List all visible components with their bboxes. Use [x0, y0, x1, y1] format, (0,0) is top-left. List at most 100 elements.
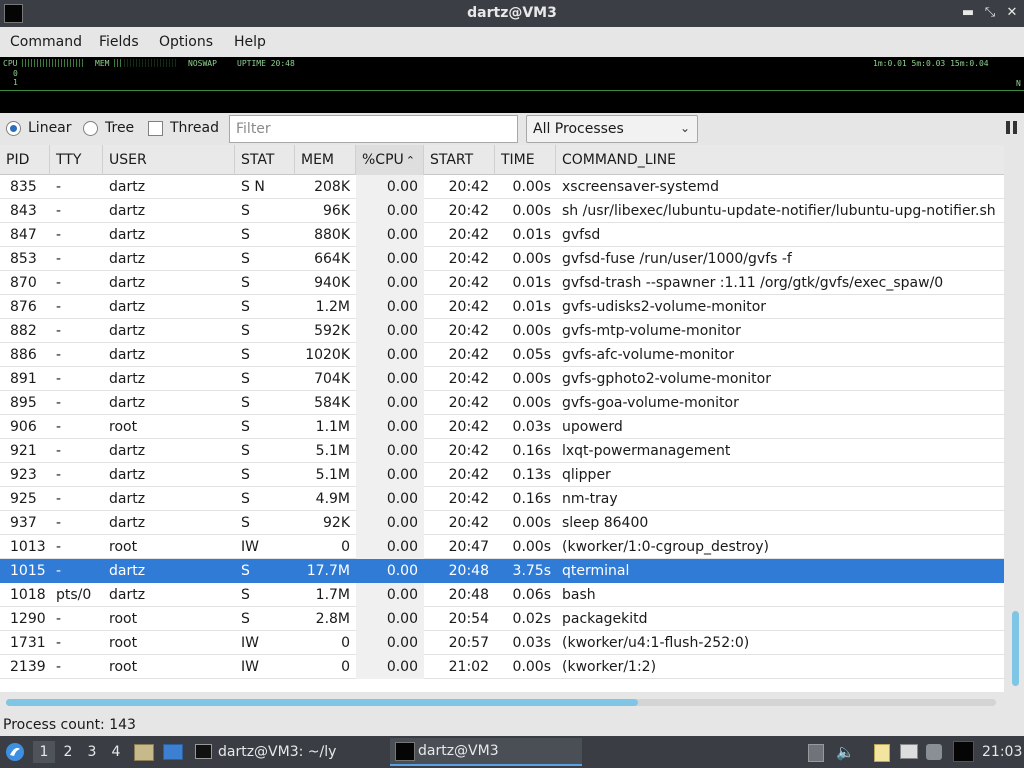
cell-stat: IW [241, 635, 259, 651]
table-row[interactable]: 870 - dartz S 940K 0.00 20:42 0.01s gvfsd-trash … [0, 271, 1004, 295]
terminal-icon [195, 744, 212, 759]
table-row[interactable]: 2139- root IW 0 0.00 21:02 0.00s (kworker/1:2) [0, 655, 1004, 679]
menu-help[interactable]: Help [234, 34, 266, 50]
clock[interactable]: 21:03 [982, 736, 1022, 768]
vertical-scrollbar[interactable] [1005, 145, 1024, 692]
table-row[interactable]: 925 - dartz S 4.9M 0.00 20:42 0.16s nm-tray [0, 487, 1004, 511]
cell-mem: 17.7M [306, 563, 350, 579]
task-terminal-ly[interactable]: dartz@VM3: ~/ly [190, 738, 382, 766]
menu-fields[interactable]: Fields [99, 34, 139, 50]
restore-icon[interactable]: ⤡ [980, 3, 1000, 23]
chevron-down-icon: ⌄ [679, 121, 690, 135]
table-row[interactable]: 906 - root S 1.1M 0.00 20:42 0.03s upowerd [0, 415, 1004, 439]
column-time[interactable]: TIME [495, 145, 556, 175]
meter-divider [0, 90, 1024, 91]
minimize-icon[interactable]: ▬ [958, 3, 978, 23]
table-row[interactable]: 843 - dartz S 96K 0.00 20:42 0.00s sh /usr/libex… [0, 199, 1004, 223]
column-tty[interactable]: TTY [50, 145, 103, 175]
process-filter-select[interactable]: All Processes ⌄ [526, 115, 698, 143]
column-start[interactable]: START [424, 145, 495, 175]
tree-radio[interactable] [83, 121, 98, 136]
cell-pid: 1731 [10, 635, 46, 651]
update-icon[interactable] [808, 744, 824, 762]
volume-icon[interactable]: 🔈 [836, 744, 855, 761]
file-manager-icon[interactable] [134, 744, 154, 761]
column-pid[interactable]: PID [0, 145, 50, 175]
workspace-3[interactable]: 3 [81, 741, 103, 763]
tree-label[interactable]: Tree [105, 120, 134, 136]
cell-start: 20:42 [448, 419, 489, 435]
table-row[interactable]: 847 - dartz S 880K 0.00 20:42 0.01s gvfsd [0, 223, 1004, 247]
cell-start: 20:42 [448, 251, 489, 267]
cell-time: 0.16s [512, 491, 551, 507]
mem-meter-label: MEM [95, 59, 110, 68]
vertical-scroll-thumb[interactable] [1012, 611, 1019, 686]
table-row[interactable]: 923 - dartz S 5.1M 0.00 20:42 0.13s qlipper [0, 463, 1004, 487]
horizontal-scrollbar[interactable] [0, 692, 1004, 712]
thread-label[interactable]: Thread [170, 120, 219, 136]
table-row[interactable]: 895 - dartz S 584K 0.00 20:42 0.00s gvfs-goa-vol… [0, 391, 1004, 415]
table-row[interactable]: 1015- dartz S 17.7M 0.00 20:48 3.75s qterminal [0, 559, 1004, 583]
table-row[interactable]: 1290- root S 2.8M 0.00 20:54 0.02s packagekitd [0, 607, 1004, 631]
linear-radio[interactable] [6, 121, 21, 136]
start-menu-icon[interactable] [5, 742, 25, 762]
thread-checkbox[interactable] [148, 121, 163, 136]
table-row[interactable]: 891 - dartz S 704K 0.00 20:42 0.00s gvfs-gphoto2… [0, 367, 1004, 391]
cell-tty: - [56, 635, 62, 651]
cell-user: dartz [109, 563, 146, 579]
cell-cpu: 0.00 [356, 631, 424, 655]
workspace-1[interactable]: 1 [33, 741, 55, 763]
table-row[interactable]: 1013- root IW 0 0.00 20:47 0.00s (kworker/1:0-c… [0, 535, 1004, 559]
cell-pid: 923 [10, 467, 37, 483]
cell-time: 0.01s [512, 275, 551, 291]
column-cpu[interactable]: %CPU ⌃ [356, 145, 424, 175]
cell-pid: 891 [10, 371, 37, 387]
horizontal-scroll-thumb[interactable] [6, 699, 638, 706]
clipboard-icon[interactable] [874, 744, 890, 762]
notification-icon[interactable] [926, 744, 942, 760]
terminal-icon [395, 742, 415, 761]
filter-input[interactable] [229, 115, 518, 143]
cell-stat: S [241, 563, 250, 579]
cell-pid: 895 [10, 395, 37, 411]
menu-command[interactable]: Command [10, 34, 82, 50]
cell-stat: S [241, 371, 250, 387]
workspace-4[interactable]: 4 [105, 741, 127, 763]
pause-icon [1006, 121, 1010, 134]
menu-options[interactable]: Options [159, 34, 213, 50]
workspace-2[interactable]: 2 [57, 741, 79, 763]
cell-time: 0.01s [512, 299, 551, 315]
table-row[interactable]: 1731- root IW 0 0.00 20:57 0.03s (kworker/u4:1-… [0, 631, 1004, 655]
column-user[interactable]: USER [103, 145, 235, 175]
table-row[interactable]: 937 - dartz S 92K 0.00 20:42 0.00s sleep 86400 [0, 511, 1004, 535]
pause-button[interactable] [1002, 119, 1020, 137]
cell-mem: 592K [314, 323, 350, 339]
table-row[interactable]: 882 - dartz S 592K 0.00 20:42 0.00s gvfs-mtp-vol… [0, 319, 1004, 343]
table-row[interactable]: 921 - dartz S 5.1M 0.00 20:42 0.16s lxqt-powerma… [0, 439, 1004, 463]
task-terminal-vm3[interactable]: dartz@VM3 [390, 738, 582, 766]
process-table[interactable]: PID TTY USER STAT MEM %CPU ⌃ START TIME C… [0, 145, 1004, 692]
cell-tty: - [56, 299, 62, 315]
column-command-line[interactable]: COMMAND_LINE [556, 145, 1004, 175]
table-row[interactable]: 853 - dartz S 664K 0.00 20:42 0.00s gvfsd-fuse /… [0, 247, 1004, 271]
desktop-icon[interactable] [163, 744, 183, 760]
linear-label[interactable]: Linear [28, 120, 72, 136]
cell-stat: S [241, 443, 250, 459]
close-icon[interactable]: ✕ [1002, 3, 1022, 23]
table-header: PID TTY USER STAT MEM %CPU ⌃ START TIME C… [0, 145, 1004, 175]
table-row[interactable]: 876 - dartz S 1.2M 0.00 20:42 0.01s gvfs-udisks2… [0, 295, 1004, 319]
column-stat[interactable]: STAT [235, 145, 295, 175]
table-row[interactable]: 1018 pts/0 dartz S 1.7M 0.00 20:48 0.06s bash [0, 583, 1004, 607]
cell-tty: - [56, 323, 62, 339]
cell-cmd: gvfs-gphoto2-volume-monitor [562, 371, 771, 387]
app-terminal-icon[interactable] [953, 741, 974, 762]
cell-cpu: 0.00 [356, 343, 424, 367]
column-mem[interactable]: MEM [295, 145, 356, 175]
table-row[interactable]: 835 - dartz S N 208K 0.00 20:42 0.00s xscreensav… [0, 175, 1004, 199]
mem-meter-bar [114, 59, 122, 67]
table-row[interactable]: 886 - dartz S 1020K 0.00 20:42 0.05s gvfs-afc-vo… [0, 343, 1004, 367]
cell-tty: - [56, 611, 62, 627]
network-icon[interactable] [900, 744, 918, 759]
cell-pid: 847 [10, 227, 37, 243]
cell-tty: - [56, 371, 62, 387]
